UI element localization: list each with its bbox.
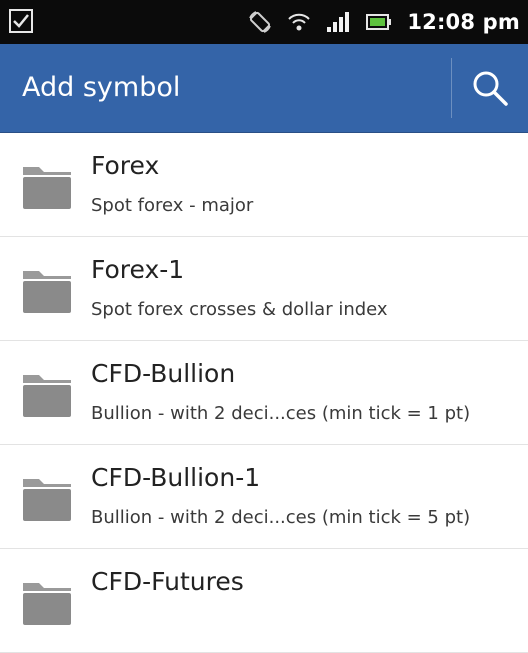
folder-list: Forex Spot forex - major Forex-1 Spot fo… [0, 133, 528, 653]
status-icons: 12:08 pm [247, 0, 520, 44]
folder-description: Bullion - with 2 deci...ces (min tick = … [91, 403, 471, 424]
rotation-icon [249, 11, 272, 33]
folder-description: Spot forex - major [91, 195, 254, 216]
list-item[interactable]: CFD-Bullion Bullion - with 2 deci...ces … [0, 341, 528, 445]
folder-icon [23, 375, 71, 417]
search-button[interactable] [452, 44, 528, 132]
folder-name: Forex-1 [91, 255, 185, 284]
list-item[interactable]: CFD-Bullion-1 Bullion - with 2 deci...ce… [0, 445, 528, 549]
battery-icon [366, 14, 392, 30]
list-item[interactable]: CFD-Futures [0, 549, 528, 653]
signal-icon [327, 12, 350, 32]
folder-description: Spot forex crosses & dollar index [91, 299, 388, 320]
list-item[interactable]: Forex Spot forex - major [0, 133, 528, 237]
folder-name: CFD-Bullion-1 [91, 463, 261, 492]
checkbox-notification-icon [9, 9, 33, 33]
folder-name: CFD-Bullion [91, 359, 236, 388]
action-bar: Add symbol [0, 44, 528, 133]
wifi-icon [288, 13, 311, 31]
page-title: Add symbol [22, 72, 181, 103]
search-icon [473, 71, 508, 106]
folder-name: CFD-Futures [91, 567, 244, 596]
folder-icon [23, 479, 71, 521]
folder-icon [23, 167, 71, 209]
folder-description: Bullion - with 2 deci...ces (min tick = … [91, 507, 471, 528]
status-bar: 12:08 pm [0, 0, 528, 44]
list-item[interactable]: Forex-1 Spot forex crosses & dollar inde… [0, 237, 528, 341]
folder-icon [23, 271, 71, 313]
status-time: 12:08 pm [407, 10, 520, 34]
folder-icon [23, 583, 71, 625]
folder-name: Forex [91, 151, 160, 180]
